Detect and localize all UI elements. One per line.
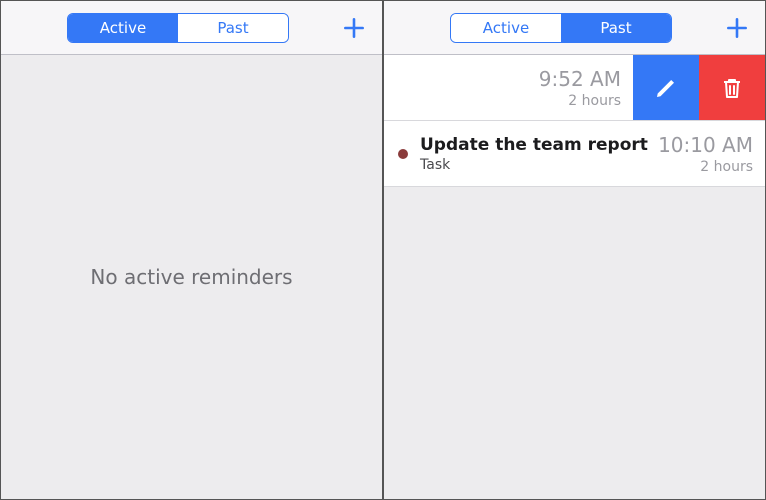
tab-segmented-control: Active Past [67,13,289,43]
empty-state-text: No active reminders [90,265,292,289]
pencil-icon [654,76,678,100]
header: Active Past [1,1,382,55]
reminder-duration: 2 hours [700,159,753,175]
reminder-title: Update the team report [420,135,648,155]
plus-icon [724,15,750,41]
add-reminder-button[interactable] [334,8,374,48]
tab-active[interactable]: Active [451,14,561,42]
reminder-row[interactable]: reak! 9:52 AM 2 hours [384,55,765,121]
delete-button[interactable] [699,55,765,120]
tab-active[interactable]: Active [68,14,178,42]
reminder-row-content: Update the team report Task 10:10 AM 2 h… [384,121,765,186]
reminder-duration: 2 hours [568,93,621,109]
edit-button[interactable] [633,55,699,120]
reminder-subtitle: Task [420,157,648,173]
tab-past[interactable]: Past [178,14,288,42]
plus-icon [341,15,367,41]
reminder-row[interactable]: Update the team report Task 10:10 AM 2 h… [384,121,765,187]
reminder-time: 10:10 AM [658,133,753,157]
tab-past[interactable]: Past [561,14,671,42]
reminder-row-content: reak! 9:52 AM 2 hours [384,55,633,120]
tab-segmented-control: Active Past [450,13,672,43]
reminder-list-empty: No active reminders [1,55,382,499]
add-reminder-button[interactable] [717,8,757,48]
reminder-list: reak! 9:52 AM 2 hours [384,55,765,499]
status-dot [398,149,408,159]
reminders-pane-past: Active Past reak! 9:5 [383,0,766,500]
reminder-title: reak! [384,78,529,98]
header: Active Past [384,1,765,55]
reminders-pane-active: Active Past No active reminders [0,0,383,500]
trash-icon [721,76,743,100]
reminder-time: 9:52 AM [539,67,621,91]
